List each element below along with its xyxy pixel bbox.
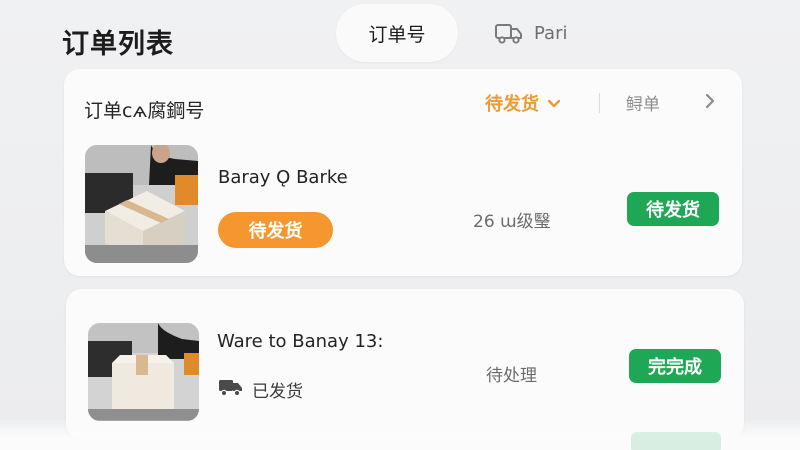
page-title: 订单列表	[62, 29, 174, 60]
order-amount: 26 ɯ级瑿	[473, 212, 551, 232]
order-card[interactable]: 订单сѧ腐鋼号 待发货 鲟单 Baray Ǫ Barke 待发货 26 ɯ级瑿 …	[64, 69, 742, 276]
product-title: Baray Ǫ Barke	[218, 167, 348, 188]
status-filter-label: 待发货	[485, 94, 539, 115]
truck-icon	[218, 377, 244, 402]
tab-order-number[interactable]: 订单号	[336, 4, 458, 62]
truck-icon	[494, 21, 524, 45]
order-detail-link[interactable]: 鲟单	[626, 90, 660, 115]
status-badge[interactable]: 完完成	[629, 349, 721, 383]
shipping-status: 已发货	[218, 377, 303, 402]
product-title: Ware to Banay 13:	[217, 331, 384, 352]
header-divider	[599, 93, 600, 113]
order-card[interactable]: Ware to Banay 13: 已发货 待处理 完完成	[66, 289, 744, 439]
chevron-down-icon	[547, 93, 561, 114]
order-number-label: 订单сѧ腐鋼号	[84, 100, 205, 122]
tab-label: 订单号	[368, 23, 426, 46]
shipping-text: 已发货	[252, 382, 303, 402]
status-filter-dropdown[interactable]: 待发货	[485, 90, 561, 116]
product-thumbnail	[88, 323, 199, 421]
product-thumbnail	[85, 145, 198, 263]
chevron-right-icon[interactable]	[705, 93, 715, 113]
status-badge[interactable]: 待发货	[627, 192, 719, 226]
tab-pari[interactable]: Pari	[494, 18, 567, 48]
partial-status-badge	[631, 432, 721, 450]
order-status-text: 待处理	[486, 366, 537, 386]
tab-label: Pari	[534, 22, 568, 44]
status-pill-pending[interactable]: 待发货	[218, 212, 333, 248]
